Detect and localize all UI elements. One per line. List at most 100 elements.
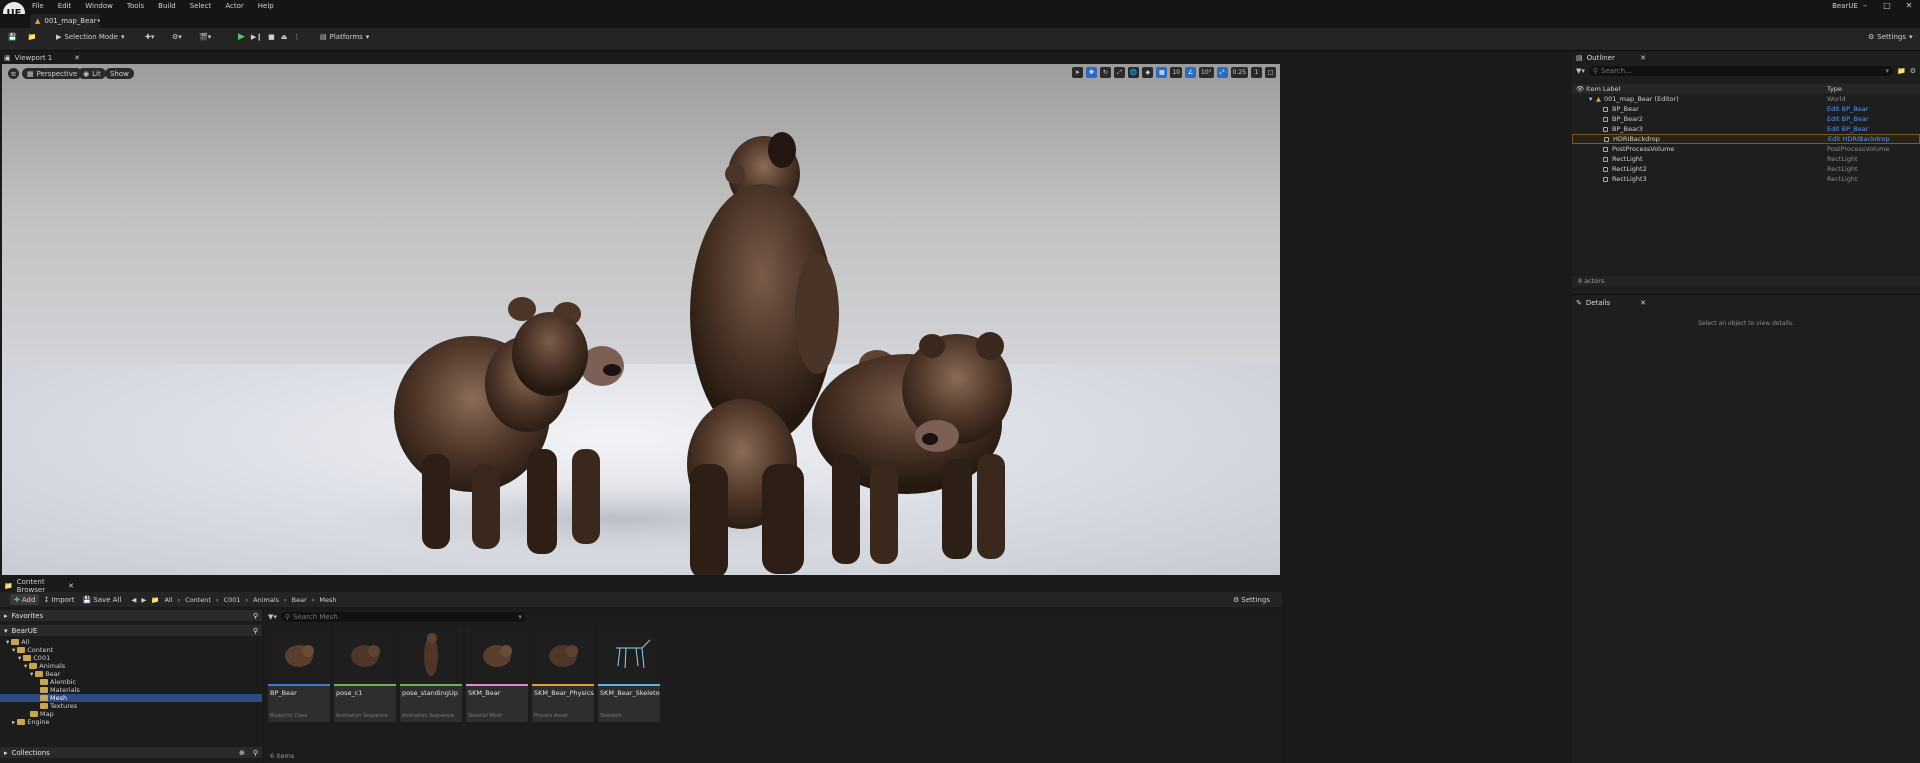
play-icon[interactable]: ▶ <box>238 32 245 42</box>
breadcrumb-bear[interactable]: Bear <box>292 596 307 604</box>
close-tab-icon[interactable]: ✕ <box>74 54 80 62</box>
edit-blueprint-link[interactable]: Edit HDRIBackdrop <box>1828 135 1890 143</box>
rotation-snap-icon[interactable]: ∠ <box>1185 67 1196 78</box>
maximize-icon[interactable]: □ <box>1882 1 1892 10</box>
folder-content[interactable]: ▾ Content <box>0 646 262 654</box>
show-button[interactable]: Show <box>105 68 134 79</box>
add-button[interactable]: ✚ Add <box>10 594 40 605</box>
selection-mode-dropdown[interactable]: ▶ Selection Mode ▾ <box>56 33 124 41</box>
lit-button[interactable]: ◉ Lit <box>78 68 106 79</box>
column-item-label[interactable]: Item Label <box>1586 85 1620 93</box>
scale-snap-value[interactable]: 0.25 <box>1230 67 1248 78</box>
outliner-row[interactable]: HDRIBackdrop Edit HDRIBackdrop <box>1572 134 1920 144</box>
close-tab-icon[interactable]: ✕ <box>1640 299 1646 307</box>
grid-snap-value[interactable]: 10 <box>1170 67 1182 78</box>
minimize-icon[interactable]: – <box>1860 1 1870 10</box>
asset-tile[interactable]: SKM_Bear_PhysicsAsset Physics Asset <box>532 626 594 722</box>
filter-icon[interactable]: ▼▾ <box>268 613 277 621</box>
import-button[interactable]: ↧ Import <box>39 594 78 605</box>
cinematics-button[interactable]: 🎬▾ <box>199 33 211 41</box>
grid-snap-icon[interactable]: ▦ <box>1156 67 1168 78</box>
history-forward-icon[interactable]: ▶ <box>141 596 146 604</box>
cb-settings-button[interactable]: ⚙ Settings <box>1229 594 1274 605</box>
platforms-dropdown[interactable]: ▤ Platforms ▾ <box>320 33 369 41</box>
add-collection-icon[interactable]: ⊕ <box>239 749 245 757</box>
folder-animals[interactable]: ▾ Animals <box>0 662 262 670</box>
scale-tool-icon[interactable]: ⤢ <box>1113 67 1125 78</box>
breadcrumb-content[interactable]: Content <box>185 596 211 604</box>
breadcrumb-mesh[interactable]: Mesh <box>319 596 336 604</box>
favorites-header[interactable]: ▸ Favorites ⚲ <box>0 610 262 621</box>
asset-tile[interactable]: pose_standingUp Animation Sequence <box>400 626 462 722</box>
folder-materials[interactable]: Materials <box>0 686 262 694</box>
camera-speed-value[interactable]: 1 <box>1251 67 1262 78</box>
asset-tile[interactable]: SKM_Bear_Skeleton Skeleton <box>598 626 660 722</box>
menu-file[interactable]: File <box>32 1 44 12</box>
stop-icon[interactable]: ■ <box>268 33 275 41</box>
asset-search-input[interactable]: ⚲ Search Mesh ▾ <box>280 612 526 622</box>
add-folder-icon[interactable]: 📁 <box>1897 67 1906 75</box>
edit-blueprint-link[interactable]: Edit BP_Bear <box>1827 105 1868 113</box>
rotate-tool-icon[interactable]: ↻ <box>1099 67 1111 78</box>
folder-mesh[interactable]: Mesh <box>0 694 262 702</box>
outliner-row[interactable]: BP_Bear Edit BP_Bear <box>1572 104 1920 114</box>
tab-content-browser[interactable]: 📁 Content Browser ✕ <box>4 578 74 594</box>
world-local-icon[interactable]: 🌐 <box>1127 67 1140 78</box>
menu-edit[interactable]: Edit <box>58 1 72 12</box>
level-viewport[interactable]: ≡ ▦ Perspective ◉ Lit Show ➤ ✥ ↻ ⤢ 🌐 ◆ ▦… <box>2 64 1280 575</box>
search-icon[interactable]: ⚲ <box>253 627 258 635</box>
collections-header[interactable]: ▸ Collections ⊕ ⚲ <box>0 747 262 758</box>
asset-tile[interactable]: SKM_Bear Skeletal Mesh <box>466 626 528 722</box>
rotation-snap-value[interactable]: 10° <box>1199 67 1214 78</box>
scale-snap-icon[interactable]: ⤢ <box>1216 67 1228 78</box>
eject-icon[interactable]: ⏏ <box>281 33 288 41</box>
column-type[interactable]: Type <box>1827 85 1842 93</box>
translate-tool-icon[interactable]: ✥ <box>1085 67 1097 78</box>
folder-alembic[interactable]: Alembic <box>0 678 262 686</box>
asset-tile[interactable]: BP_Bear Blueprint Class <box>268 626 330 722</box>
menu-help[interactable]: Help <box>258 1 274 12</box>
edit-blueprint-link[interactable]: Edit BP_Bear <box>1827 115 1868 123</box>
maximize-viewport-icon[interactable]: □ <box>1265 67 1276 78</box>
folder-engine[interactable]: ▸ Engine <box>0 718 262 726</box>
save-icon[interactable]: 💾 <box>8 33 17 41</box>
close-icon[interactable]: ✕ <box>1904 1 1914 10</box>
menu-tools[interactable]: Tools <box>127 1 144 12</box>
blueprint-button[interactable]: ⚙▾ <box>172 33 182 41</box>
gear-icon[interactable]: ⚙ <box>1910 67 1916 75</box>
folder-bear[interactable]: ▾ Bear <box>0 670 262 678</box>
menu-build[interactable]: Build <box>158 1 176 12</box>
perspective-button[interactable]: ▦ Perspective <box>22 68 83 79</box>
close-tab-icon[interactable]: ✕ <box>68 582 74 590</box>
folder-all[interactable]: ▾ All <box>0 638 262 646</box>
close-tab-icon[interactable]: ✕ <box>1640 54 1646 62</box>
step-icon[interactable]: ▶❙ <box>251 33 262 41</box>
breadcrumb-all[interactable]: All <box>164 596 172 604</box>
outliner-world-row[interactable]: ▾ ▲ 001_map_Bear (Editor) World <box>1572 94 1920 104</box>
outliner-row[interactable]: BP_Bear3 Edit BP_Bear <box>1572 124 1920 134</box>
browse-icon[interactable]: 📁 <box>28 33 37 41</box>
breadcrumb-animals[interactable]: Animals <box>253 596 279 604</box>
search-icon[interactable]: ⚲ <box>253 612 258 620</box>
surface-snap-icon[interactable]: ◆ <box>1142 67 1154 78</box>
outliner-row[interactable]: BP_Bear2 Edit BP_Bear <box>1572 114 1920 124</box>
outliner-search-input[interactable]: ⚲ Search... ▾ <box>1588 66 1893 76</box>
folder-textures[interactable]: Textures <box>0 702 262 710</box>
tab-viewport[interactable]: ▣ Viewport 1 ✕ <box>4 53 80 63</box>
outliner-row[interactable]: RectLight3 RectLight <box>1572 174 1920 184</box>
outliner-row[interactable]: RectLight RectLight <box>1572 154 1920 164</box>
project-header[interactable]: ▾ BearUE ⚲ <box>0 625 262 636</box>
outliner-row[interactable]: PostProcessVolume PostProcessVolume <box>1572 144 1920 154</box>
viewport-menu-icon[interactable]: ≡ <box>8 68 19 79</box>
folder-c001[interactable]: ▾ C001 <box>0 654 262 662</box>
filter-icon[interactable]: ▼▾ <box>1576 67 1585 75</box>
history-back-icon[interactable]: ◀ <box>131 596 136 604</box>
tab-details[interactable]: ✎ Details ✕ <box>1576 298 1646 308</box>
menu-window[interactable]: Window <box>85 1 113 12</box>
add-actor-button[interactable]: ✚▾ <box>145 33 154 41</box>
select-tool-icon[interactable]: ➤ <box>1071 67 1083 78</box>
folder-map[interactable]: Map <box>0 710 262 718</box>
tab-outliner[interactable]: ▤ Outliner ✕ <box>1576 53 1646 63</box>
settings-button[interactable]: ⚙ Settings ▾ <box>1868 33 1913 41</box>
search-icon[interactable]: ⚲ <box>253 749 258 757</box>
